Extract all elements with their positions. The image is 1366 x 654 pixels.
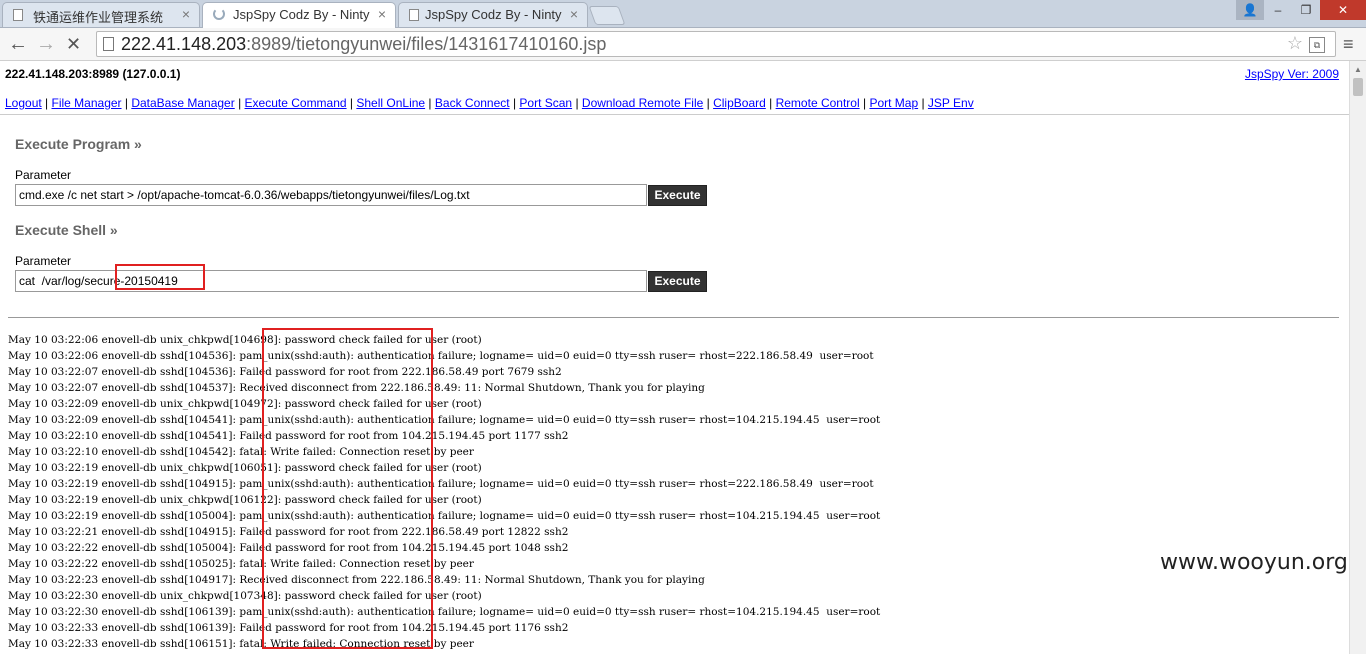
execute-shell-title: Execute Shell » (15, 222, 118, 238)
execute-shell-button[interactable]: Execute (648, 271, 707, 292)
url-text[interactable]: 222.41.148.203:8989/tietongyunwei/files/… (121, 34, 606, 55)
version-link[interactable]: JspSpy Ver: 2009 (1245, 67, 1339, 81)
tab-strip: 铁通运维作业管理系统 × JspSpy Codz By - Ninty × Js… (0, 0, 1366, 28)
nav-link-execute-command[interactable]: Execute Command (245, 96, 347, 110)
page-content: 222.41.148.203:8989 (127.0.0.1) JspSpy V… (0, 61, 1349, 654)
output-line: May 10 03:22:19 enovell-db sshd[105004]:… (8, 510, 881, 522)
output-line: May 10 03:22:19 enovell-db unix_chkpwd[1… (8, 494, 482, 506)
translate-extension-icon[interactable]: ⧉ (1309, 37, 1325, 53)
watermark: www.wooyun.org (1160, 550, 1348, 575)
address-bar[interactable]: 222.41.148.203:8989/tietongyunwei/files/… (96, 31, 1336, 57)
stop-loading-icon[interactable]: ✕ (66, 33, 81, 55)
shell-parameter-label: Parameter (15, 254, 72, 268)
output-line: May 10 03:22:09 enovell-db unix_chkpwd[1… (8, 398, 482, 410)
url-host: 222.41.148.203 (121, 34, 247, 54)
shell-parameter-input[interactable] (15, 270, 647, 292)
program-parameter-input[interactable] (15, 184, 647, 206)
output-line: May 10 03:22:21 enovell-db sshd[104915]:… (8, 526, 569, 538)
maximize-button[interactable]: ❐ (1292, 0, 1320, 20)
output-line: May 10 03:22:10 enovell-db sshd[104541]:… (8, 430, 569, 442)
close-window-button[interactable]: ✕ (1320, 0, 1366, 20)
nav-link-clipboard[interactable]: ClipBoard (713, 96, 766, 110)
output-line: May 10 03:22:10 enovell-db sshd[104542]:… (8, 446, 474, 458)
page-icon (13, 9, 23, 21)
execute-program-button[interactable]: Execute (648, 185, 707, 206)
nav-link-back-connect[interactable]: Back Connect (435, 96, 510, 110)
nav-link-file-manager[interactable]: File Manager (52, 96, 122, 110)
output-line: May 10 03:22:19 enovell-db unix_chkpwd[1… (8, 462, 482, 474)
nav-link-jsp-env[interactable]: JSP Env (928, 96, 974, 110)
nav-link-remote-control[interactable]: Remote Control (776, 96, 860, 110)
output-line: May 10 03:22:09 enovell-db sshd[104541]:… (8, 414, 881, 426)
nav-link-database-manager[interactable]: DataBase Manager (131, 96, 234, 110)
output-line: May 10 03:22:33 enovell-db sshd[106151]:… (8, 638, 474, 650)
new-tab-button[interactable] (588, 6, 626, 25)
nav-link-port-scan[interactable]: Port Scan (519, 96, 572, 110)
close-icon[interactable]: × (570, 6, 578, 22)
tab-title: 铁通运维作业管理系统 (33, 10, 164, 25)
user-icon[interactable]: 👤 (1236, 0, 1264, 20)
nav-link-download-remote-file[interactable]: Download Remote File (582, 96, 703, 110)
output-line: May 10 03:22:06 enovell-db sshd[104536]:… (8, 350, 874, 362)
annotation-box-date (115, 264, 205, 290)
browser-toolbar: ← → ✕ 222.41.148.203:8989/tietongyunwei/… (0, 28, 1366, 61)
window-controls: 👤 – ❐ ✕ (1236, 0, 1366, 20)
loading-spinner-icon (213, 8, 225, 20)
page-icon (103, 37, 114, 51)
output-line: May 10 03:22:30 enovell-db sshd[106139]:… (8, 606, 881, 618)
output-line: May 10 03:22:07 enovell-db sshd[104537]:… (8, 382, 705, 394)
tab-3[interactable]: JspSpy Codz By - Ninty × (398, 2, 588, 27)
url-path: :8989/tietongyunwei/files/1431617410160.… (246, 34, 607, 54)
nav-link-logout[interactable]: Logout (5, 96, 42, 110)
program-parameter-label: Parameter (15, 168, 72, 182)
output-line: May 10 03:22:22 enovell-db sshd[105025]:… (8, 558, 474, 570)
nav-link-port-map[interactable]: Port Map (869, 96, 918, 110)
execute-program-title: Execute Program » (15, 136, 142, 152)
close-icon[interactable]: × (182, 6, 190, 22)
divider (0, 114, 1349, 115)
forward-arrow-icon[interactable]: → (36, 33, 56, 55)
menu-icon[interactable]: ≡ (1343, 34, 1354, 54)
tab-1[interactable]: 铁通运维作业管理系统 × (2, 2, 200, 27)
scroll-up-icon[interactable]: ▲ (1354, 65, 1362, 74)
close-icon[interactable]: × (378, 6, 386, 22)
nav-link-shell-online[interactable]: Shell OnLine (356, 96, 425, 110)
vertical-scrollbar[interactable]: ▲ (1349, 61, 1366, 654)
scrollbar-thumb[interactable] (1353, 78, 1363, 96)
tab-2-active[interactable]: JspSpy Codz By - Ninty × (202, 2, 396, 28)
output-line: May 10 03:22:33 enovell-db sshd[106139]:… (8, 622, 569, 634)
tab-title: JspSpy Codz By - Ninty (425, 7, 562, 22)
page-icon (409, 9, 419, 21)
minimize-button[interactable]: – (1264, 0, 1292, 20)
divider (8, 317, 1339, 318)
output-line: May 10 03:22:30 enovell-db unix_chkpwd[1… (8, 590, 482, 602)
nav-links: Logout | File Manager | DataBase Manager… (5, 96, 974, 110)
back-arrow-icon[interactable]: ← (8, 33, 28, 55)
command-output: May 10 03:22:06 enovell-db unix_chkpwd[1… (8, 332, 880, 652)
host-info: 222.41.148.203:8989 (127.0.0.1) (5, 67, 181, 81)
output-line: May 10 03:22:07 enovell-db sshd[104536]:… (8, 366, 562, 378)
tab-title: JspSpy Codz By - Ninty (233, 7, 370, 22)
bookmark-star-icon[interactable]: ☆ (1287, 33, 1303, 54)
output-line: May 10 03:22:22 enovell-db sshd[105004]:… (8, 542, 569, 554)
output-line: May 10 03:22:23 enovell-db sshd[104917]:… (8, 574, 705, 586)
output-line: May 10 03:22:06 enovell-db unix_chkpwd[1… (8, 334, 482, 346)
output-line: May 10 03:22:19 enovell-db sshd[104915]:… (8, 478, 874, 490)
annotation-box-log-column (262, 328, 433, 649)
